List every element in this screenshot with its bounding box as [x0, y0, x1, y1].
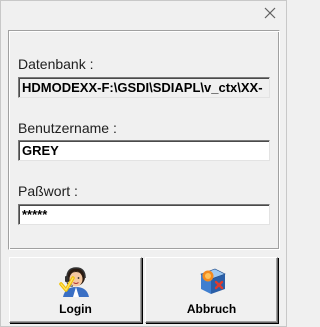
password-label: Paßwort :	[18, 183, 78, 199]
cancel-button[interactable]: Abbruch	[145, 257, 278, 323]
database-field[interactable]	[18, 77, 270, 98]
password-field[interactable]	[18, 204, 270, 225]
close-icon	[264, 7, 276, 19]
database-label: Datenbank :	[18, 56, 94, 72]
credentials-panel: Datenbank : Benutzername : Paßwort :	[8, 30, 280, 250]
close-button[interactable]	[262, 5, 278, 21]
cancel-icon	[199, 268, 226, 294]
cancel-button-label: Abbruch	[186, 302, 237, 316]
username-field[interactable]	[18, 140, 270, 161]
login-button-label: Login	[59, 302, 92, 316]
login-button[interactable]: Login	[9, 257, 142, 323]
user-login-icon	[58, 267, 89, 297]
username-label: Benutzername :	[18, 120, 117, 136]
login-dialog: Datenbank : Benutzername : Paßwort : Log…	[0, 0, 287, 327]
